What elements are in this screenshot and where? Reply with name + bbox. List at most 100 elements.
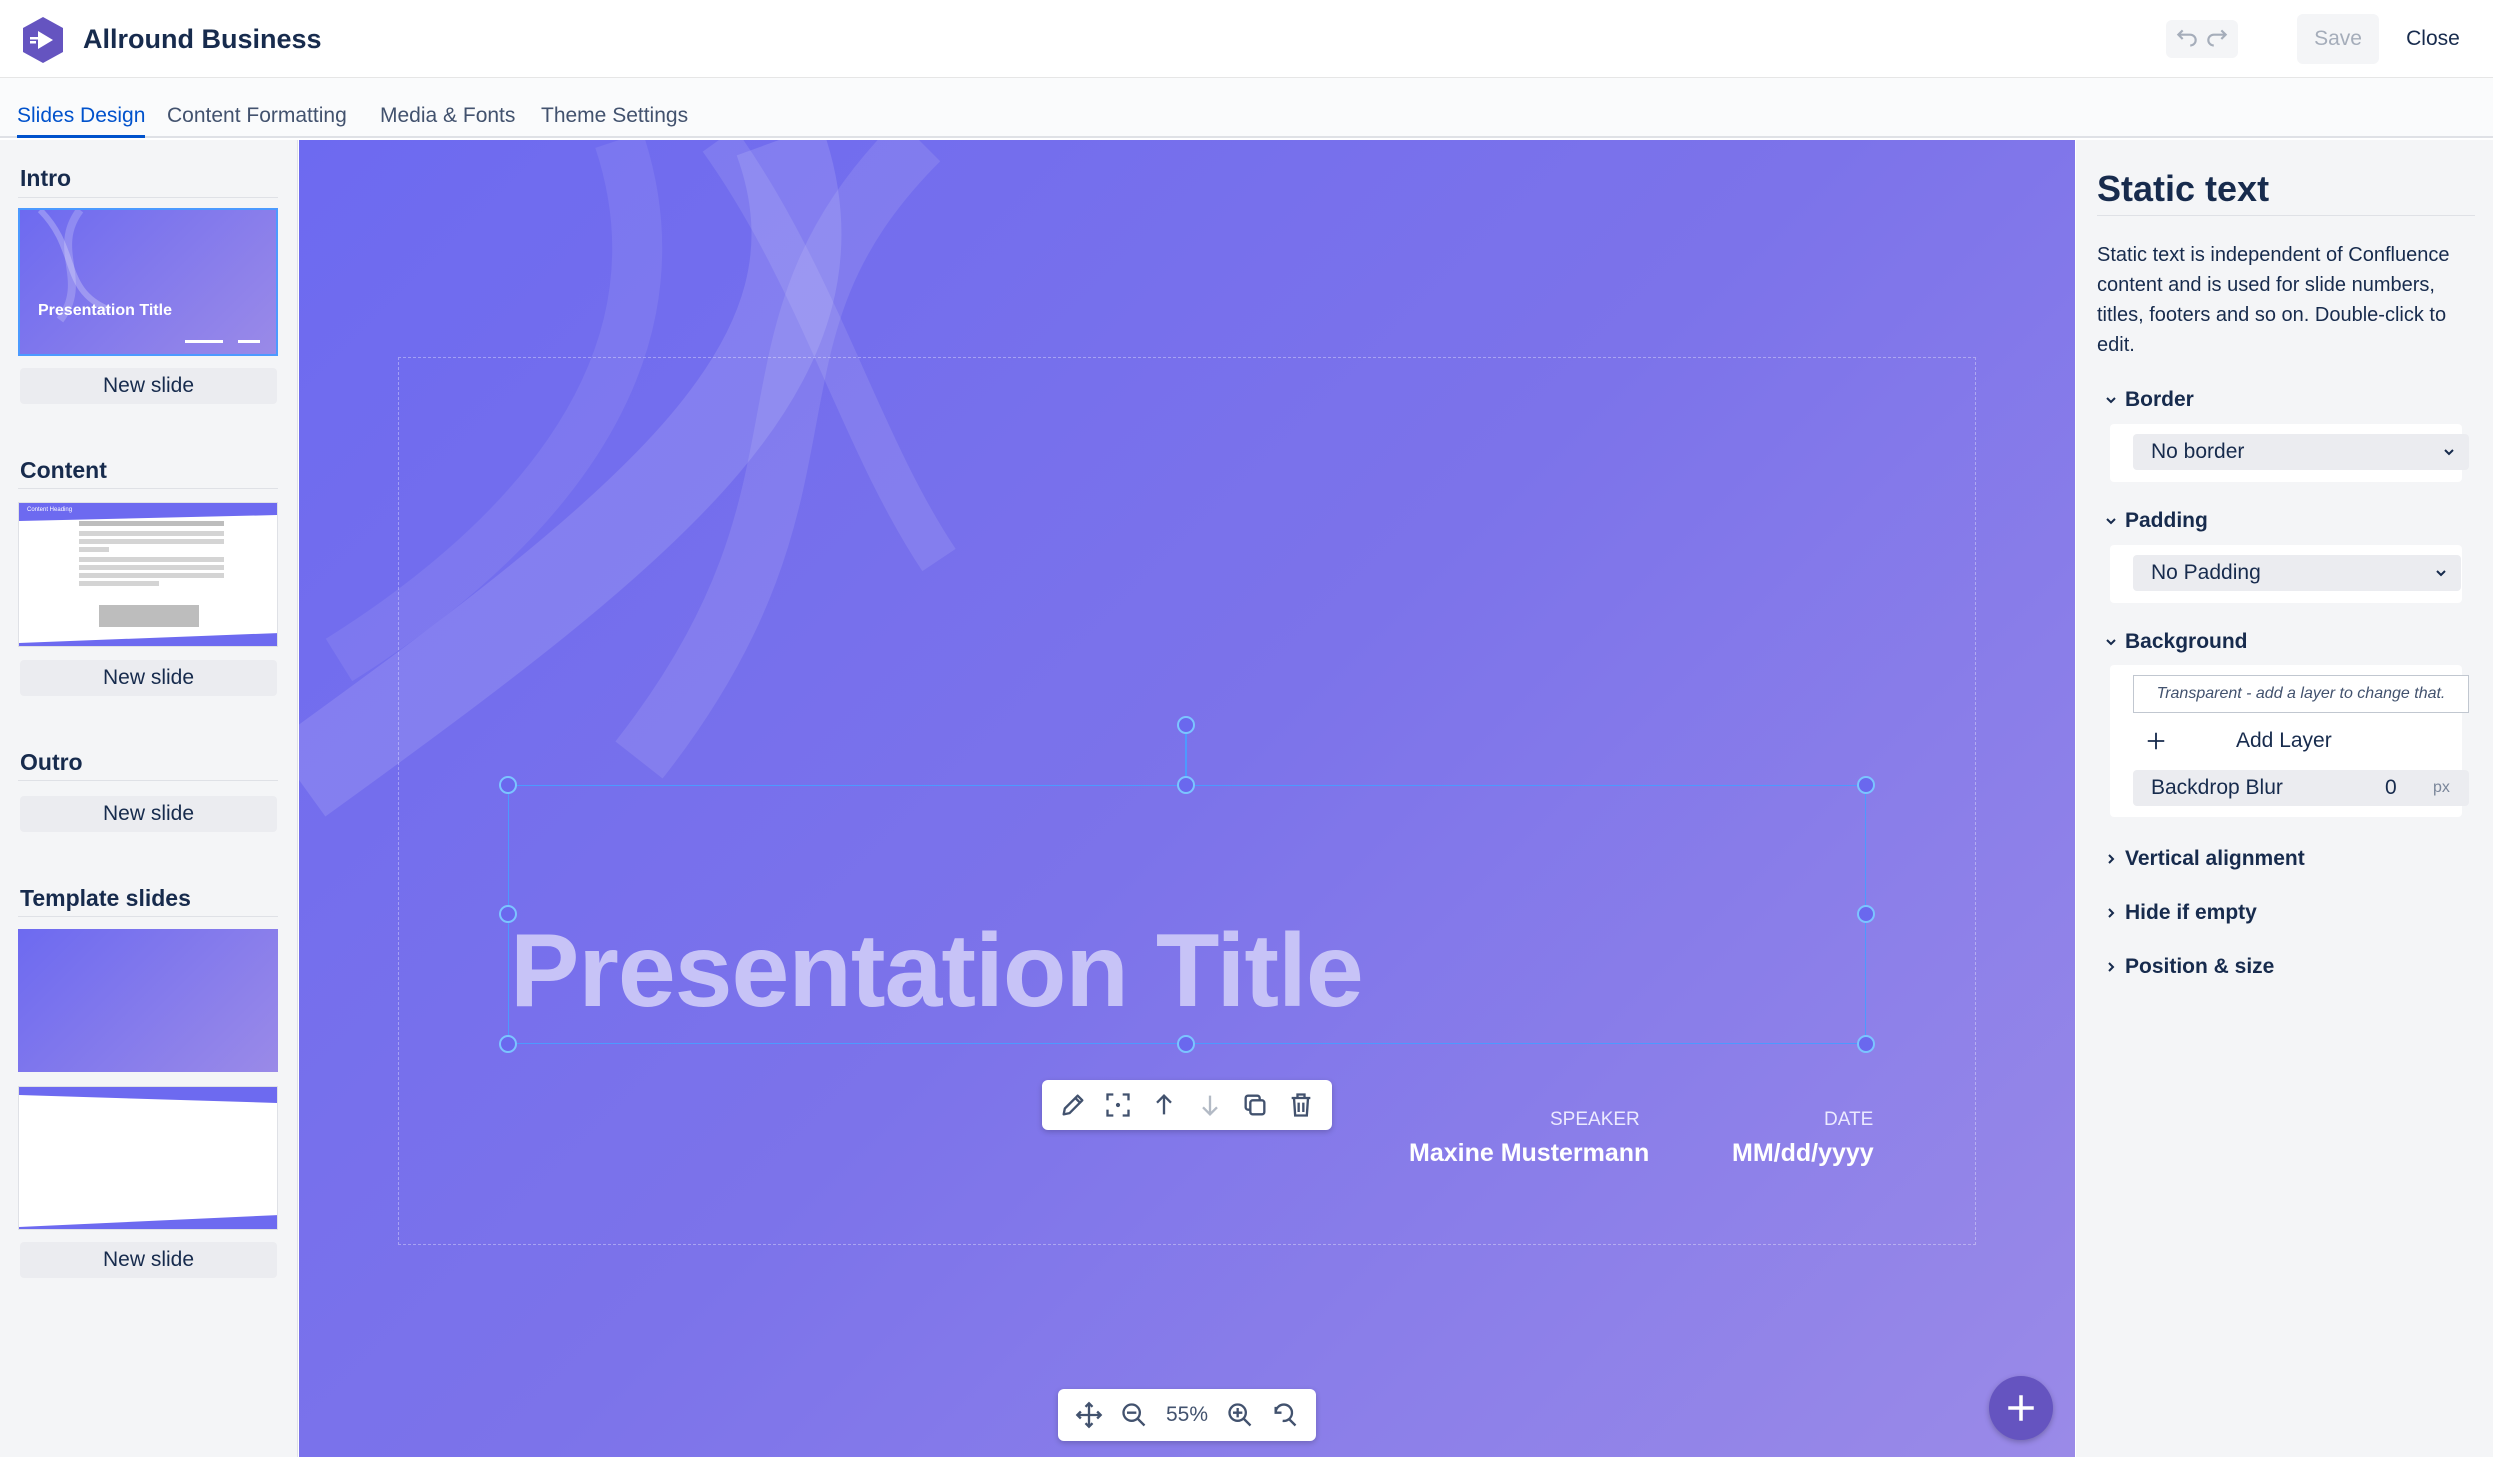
padding-value: No Padding bbox=[2151, 561, 2261, 584]
zoom-reset-icon[interactable] bbox=[1271, 1401, 1299, 1429]
new-slide-content-button[interactable]: New slide bbox=[20, 660, 277, 696]
tab-theme-settings[interactable]: Theme Settings bbox=[541, 78, 688, 138]
border-label: Border bbox=[2125, 388, 2194, 411]
new-slide-outro-button[interactable]: New slide bbox=[20, 796, 277, 832]
thumb-title: Content Heading bbox=[27, 507, 73, 513]
chevron-down-icon bbox=[2436, 570, 2446, 577]
plus-icon bbox=[2008, 1395, 2034, 1421]
tab-slides-design[interactable]: Slides Design bbox=[17, 78, 146, 138]
rotate-handle[interactable] bbox=[1177, 716, 1195, 734]
padding-select[interactable]: No Padding bbox=[2133, 555, 2461, 591]
tab-media-fonts[interactable]: Media & Fonts bbox=[380, 78, 515, 138]
template-thumb-graphic bbox=[19, 1087, 277, 1229]
zoom-in-icon[interactable] bbox=[1226, 1401, 1254, 1429]
fit-icon[interactable] bbox=[1104, 1091, 1132, 1119]
resize-handle-s[interactable] bbox=[1177, 1035, 1195, 1053]
tab-content-formatting[interactable]: Content Formatting bbox=[167, 78, 347, 138]
chevron-down-icon bbox=[2444, 449, 2454, 456]
divider bbox=[2097, 215, 2475, 216]
history-controls bbox=[2166, 20, 2238, 58]
properties-panel: Static text Static text is independent o… bbox=[2076, 140, 2493, 1457]
app-header: Allround Business Save Close bbox=[0, 0, 2493, 78]
thumb-line bbox=[185, 340, 223, 343]
section-title-outro: Outro bbox=[20, 749, 83, 775]
save-button[interactable]: Save bbox=[2297, 14, 2379, 64]
resize-handle-sw[interactable] bbox=[499, 1035, 517, 1053]
resize-handle-nw[interactable] bbox=[499, 776, 517, 794]
panel-description: Static text is independent of Confluence… bbox=[2097, 244, 2450, 356]
resize-handle-w[interactable] bbox=[499, 905, 517, 923]
position-size-accordion[interactable]: Position & size bbox=[2103, 955, 2274, 979]
chevron-right-icon bbox=[2108, 962, 2115, 972]
thumb-line bbox=[238, 340, 260, 343]
edit-pencil-icon[interactable] bbox=[1059, 1091, 1087, 1119]
hide-if-empty-label: Hide if empty bbox=[2125, 901, 2257, 924]
speaker-value[interactable]: Maxine Mustermann bbox=[1409, 1139, 1649, 1168]
vertical-alignment-accordion[interactable]: Vertical alignment bbox=[2103, 847, 2305, 871]
element-toolbar bbox=[1042, 1080, 1332, 1130]
content-thumb-graphic bbox=[19, 503, 277, 646]
selection-box[interactable] bbox=[508, 785, 1866, 1044]
resize-handle-ne[interactable] bbox=[1857, 776, 1875, 794]
move-up-icon[interactable] bbox=[1150, 1091, 1178, 1119]
padding-accordion[interactable]: Padding bbox=[2103, 509, 2208, 533]
template-thumb-gradient[interactable] bbox=[18, 929, 278, 1072]
hide-if-empty-accordion[interactable]: Hide if empty bbox=[2103, 901, 2257, 925]
speaker-label: SPEAKER bbox=[1550, 1109, 1640, 1130]
background-accordion[interactable]: Background bbox=[2103, 630, 2248, 654]
add-layer-button[interactable]: Add Layer bbox=[2133, 722, 2469, 760]
wave-decoration bbox=[37, 210, 112, 323]
new-slide-template-button[interactable]: New slide bbox=[20, 1242, 277, 1278]
panel-title: Static text bbox=[2097, 168, 2270, 209]
tab-bar: Slides Design Content Formatting Media &… bbox=[0, 78, 2493, 138]
divider bbox=[18, 916, 278, 917]
section-title-template-slides: Template slides bbox=[20, 885, 191, 911]
slide-thumb-intro[interactable]: Presentation Title bbox=[18, 208, 278, 356]
divider bbox=[18, 197, 278, 198]
transparent-note: Transparent - add a layer to change that… bbox=[2133, 675, 2469, 713]
add-element-button[interactable] bbox=[1989, 1376, 2053, 1440]
position-size-label: Position & size bbox=[2125, 955, 2275, 978]
border-accordion[interactable]: Border bbox=[2103, 388, 2194, 412]
chevron-down-icon bbox=[2106, 397, 2116, 404]
backdrop-blur-field[interactable]: Backdrop Blur 0 px bbox=[2133, 770, 2469, 806]
padding-label: Padding bbox=[2125, 509, 2208, 532]
slide-thumb-content[interactable]: Content Heading bbox=[18, 502, 278, 647]
resize-handle-n[interactable] bbox=[1177, 776, 1195, 794]
section-title-content: Content bbox=[20, 457, 107, 483]
close-button[interactable]: Close bbox=[2392, 14, 2474, 64]
thumb-title: Presentation Title bbox=[38, 302, 172, 319]
divider bbox=[18, 488, 278, 489]
plus-icon bbox=[2147, 732, 2165, 750]
slide-canvas[interactable]: Presentation Title SPEAKER Maxine Muster… bbox=[299, 140, 2075, 1457]
resize-handle-se[interactable] bbox=[1857, 1035, 1875, 1053]
delete-trash-icon[interactable] bbox=[1287, 1091, 1315, 1119]
date-value[interactable]: MM/dd/yyyy bbox=[1732, 1139, 1874, 1168]
duplicate-icon[interactable] bbox=[1241, 1091, 1269, 1119]
add-layer-label: Add Layer bbox=[2236, 729, 2332, 752]
pan-move-icon[interactable] bbox=[1075, 1401, 1103, 1429]
section-title-intro: Intro bbox=[20, 165, 72, 191]
divider bbox=[18, 780, 278, 781]
backdrop-blur-label: Backdrop Blur bbox=[2151, 776, 2283, 799]
backdrop-blur-value[interactable]: 0 bbox=[2385, 776, 2397, 800]
zoom-level: 55% bbox=[1165, 1403, 1209, 1426]
move-down-icon[interactable] bbox=[1196, 1091, 1224, 1119]
chevron-right-icon bbox=[2108, 908, 2115, 918]
undo-icon[interactable] bbox=[2174, 26, 2200, 52]
border-select[interactable]: No border bbox=[2133, 434, 2469, 470]
new-slide-intro-button[interactable]: New slide bbox=[20, 368, 277, 404]
zoom-out-icon[interactable] bbox=[1120, 1401, 1148, 1429]
background-label: Background bbox=[2125, 630, 2248, 653]
chevron-right-icon bbox=[2108, 854, 2115, 864]
template-thumb-white[interactable] bbox=[18, 1086, 278, 1230]
chevron-down-icon bbox=[2106, 639, 2116, 646]
vertical-alignment-label: Vertical alignment bbox=[2125, 847, 2305, 870]
border-value: No border bbox=[2151, 440, 2245, 463]
chevron-down-icon bbox=[2106, 518, 2116, 525]
resize-handle-e[interactable] bbox=[1857, 905, 1875, 923]
app-title: Allround Business bbox=[83, 24, 322, 54]
date-label: DATE bbox=[1824, 1109, 1874, 1130]
redo-icon[interactable] bbox=[2204, 26, 2230, 52]
zoom-toolbar: 55% bbox=[1058, 1389, 1316, 1441]
